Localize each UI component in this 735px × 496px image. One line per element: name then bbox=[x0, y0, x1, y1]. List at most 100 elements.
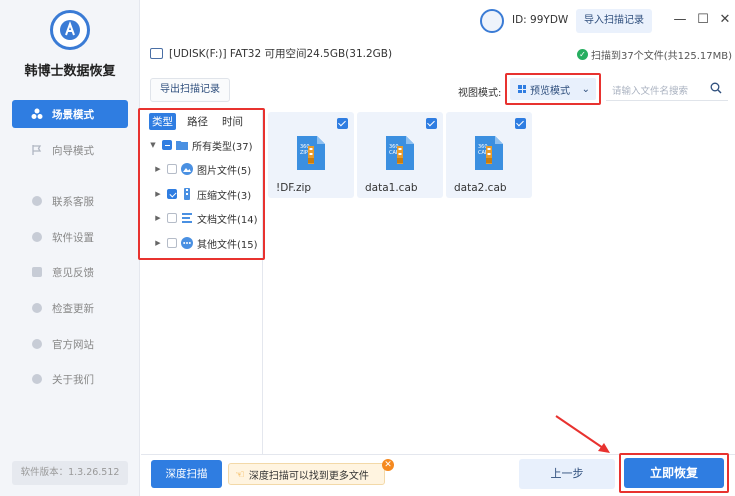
deep-scan-tip: ☜ 深度扫描可以找到更多文件 bbox=[228, 463, 385, 485]
sidebar-item-about[interactable]: 关于我们 bbox=[12, 365, 128, 393]
tree-item-documents[interactable]: ▶ 文档文件(14) bbox=[153, 209, 258, 227]
expand-right-icon[interactable]: ▶ bbox=[153, 239, 163, 247]
expand-right-icon[interactable]: ▶ bbox=[153, 165, 163, 173]
expand-right-icon[interactable]: ▶ bbox=[153, 190, 163, 198]
document-icon bbox=[181, 212, 193, 224]
handshake-icon bbox=[30, 372, 44, 386]
search-input[interactable]: 请输入文件名搜索 bbox=[606, 79, 728, 101]
avatar[interactable] bbox=[480, 9, 504, 33]
tab-time[interactable]: 时间 bbox=[219, 113, 246, 130]
file-name: data1.cab bbox=[365, 182, 418, 194]
checkbox[interactable] bbox=[167, 213, 177, 223]
file-card[interactable]: 360 ZIP !DF.zip bbox=[268, 112, 354, 198]
sidebar-item-label: 联系客服 bbox=[52, 195, 94, 208]
image-icon bbox=[181, 163, 193, 175]
globe-icon bbox=[30, 337, 44, 351]
sidebar-item-label: 意见反馈 bbox=[52, 266, 94, 279]
tree-item-archives[interactable]: ▶ 压缩文件(3) bbox=[153, 185, 251, 203]
sidebar-item-website[interactable]: 官方网站 bbox=[12, 330, 128, 358]
flag-icon bbox=[30, 143, 44, 157]
check-icon: ✓ bbox=[577, 49, 588, 60]
cab-file-icon: 360CAB bbox=[475, 136, 503, 170]
checkbox[interactable] bbox=[515, 118, 526, 129]
sidebar-item-label: 检查更新 bbox=[52, 302, 94, 315]
version-label: 软件版本：1.3.26.512 bbox=[12, 461, 128, 485]
sidebar: 韩博士数据恢复 场景模式 向导模式 联系客服 软件设置 意见反馈 检查更新 官方… bbox=[0, 0, 140, 496]
file-card[interactable]: 360 CAB data1.cab bbox=[357, 112, 443, 198]
sidebar-item-label: 软件设置 bbox=[52, 231, 94, 244]
recover-highlight: 立即恢复 bbox=[619, 453, 729, 493]
drive-info-text: [UDISK(F:)] FAT32 可用空间24.5GB(31.2GB) bbox=[169, 48, 393, 60]
sidebar-item-feedback[interactable]: 意见反馈 bbox=[12, 258, 128, 286]
headset-icon bbox=[30, 194, 44, 208]
tree-item-label: 其他文件(15) bbox=[197, 239, 258, 251]
file-name: data2.cab bbox=[454, 182, 507, 194]
tree-item-images[interactable]: ▶ 图片文件(5) bbox=[153, 160, 251, 178]
checkbox[interactable] bbox=[337, 118, 348, 129]
file-name: !DF.zip bbox=[276, 182, 312, 194]
checkbox[interactable] bbox=[426, 118, 437, 129]
gear-icon bbox=[30, 230, 44, 244]
view-mode-highlight: 预览模式 ⌄ bbox=[505, 73, 601, 105]
sidebar-item-wizard-mode[interactable]: 向导模式 bbox=[12, 136, 128, 164]
tree-root-label: 所有类型(37) bbox=[192, 141, 253, 153]
checkbox[interactable] bbox=[167, 189, 177, 199]
sidebar-item-label: 官方网站 bbox=[52, 338, 94, 351]
import-scan-record-button[interactable]: 导入扫描记录 bbox=[576, 9, 652, 33]
scene-icon bbox=[30, 107, 44, 121]
tree-item-label: 文档文件(14) bbox=[197, 214, 258, 226]
sidebar-item-label: 场景模式 bbox=[52, 108, 94, 121]
archive-icon bbox=[181, 188, 193, 200]
more-icon bbox=[181, 237, 193, 249]
tree-item-label: 图片文件(5) bbox=[197, 165, 252, 177]
refresh-icon bbox=[30, 301, 44, 315]
top-bar: ID: 99YDW 导入扫描记录 — ☐ ✕ bbox=[141, 0, 735, 42]
previous-step-button[interactable]: 上一步 bbox=[519, 459, 615, 489]
search-icon[interactable] bbox=[710, 82, 722, 97]
sidebar-item-settings[interactable]: 软件设置 bbox=[12, 223, 128, 251]
folder-icon bbox=[176, 139, 188, 151]
close-icon[interactable]: ✕ bbox=[718, 12, 732, 28]
checkbox[interactable] bbox=[167, 238, 177, 248]
sidebar-item-check-update[interactable]: 检查更新 bbox=[12, 294, 128, 322]
maximize-icon[interactable]: ☐ bbox=[696, 12, 710, 28]
cab-file-icon: 360CAB bbox=[386, 136, 414, 170]
scan-status-text: 扫描到37个文件(共125.17MB) bbox=[591, 51, 733, 62]
tip-text: 深度扫描可以找到更多文件 bbox=[248, 470, 369, 482]
tab-type[interactable]: 类型 bbox=[149, 113, 176, 130]
sidebar-item-scene-mode[interactable]: 场景模式 bbox=[12, 100, 128, 128]
svg-text:ZIP: ZIP bbox=[300, 150, 308, 156]
category-tabs: 类型 路径 时间 bbox=[149, 113, 246, 130]
close-tip-icon[interactable]: ✕ bbox=[382, 459, 394, 471]
recover-now-button[interactable]: 立即恢复 bbox=[624, 458, 724, 488]
checkbox[interactable] bbox=[162, 140, 172, 150]
drive-icon bbox=[150, 48, 163, 59]
feedback-icon bbox=[30, 265, 44, 279]
view-mode-label: 视图模式: bbox=[458, 88, 502, 99]
checkbox[interactable] bbox=[167, 164, 177, 174]
deep-scan-button[interactable]: 深度扫描 bbox=[151, 460, 222, 488]
view-mode-value: 预览模式 bbox=[530, 85, 570, 97]
sidebar-item-label: 向导模式 bbox=[52, 144, 94, 157]
export-scan-record-button[interactable]: 导出扫描记录 bbox=[150, 78, 230, 102]
app-logo bbox=[50, 10, 90, 50]
tab-path[interactable]: 路径 bbox=[184, 113, 211, 130]
scan-status: ✓ 扫描到37个文件(共125.17MB) bbox=[577, 47, 732, 62]
chevron-down-icon: ⌄ bbox=[581, 83, 590, 95]
user-id: ID: 99YDW bbox=[512, 14, 569, 26]
grid-icon bbox=[518, 85, 526, 93]
expand-right-icon[interactable]: ▶ bbox=[153, 214, 163, 222]
pointing-hand-icon: ☜ bbox=[235, 467, 245, 481]
minimize-icon[interactable]: — bbox=[673, 12, 687, 28]
view-mode-select[interactable]: 预览模式 ⌄ bbox=[510, 78, 596, 100]
tree-item-others[interactable]: ▶ 其他文件(15) bbox=[153, 234, 258, 252]
expand-down-icon[interactable]: ▼ bbox=[148, 141, 158, 149]
tree-item-label: 压缩文件(3) bbox=[197, 190, 252, 202]
zip-file-icon: 360ZIP bbox=[297, 136, 325, 170]
red-arrow-annotation bbox=[555, 415, 610, 453]
sidebar-item-contact-support[interactable]: 联系客服 bbox=[12, 187, 128, 215]
file-card[interactable]: 360 CAB data2.cab bbox=[446, 112, 532, 198]
search-placeholder: 请输入文件名搜索 bbox=[612, 85, 689, 97]
sidebar-item-label: 关于我们 bbox=[52, 373, 94, 386]
tree-root[interactable]: ▼ 所有类型(37) bbox=[148, 136, 253, 154]
